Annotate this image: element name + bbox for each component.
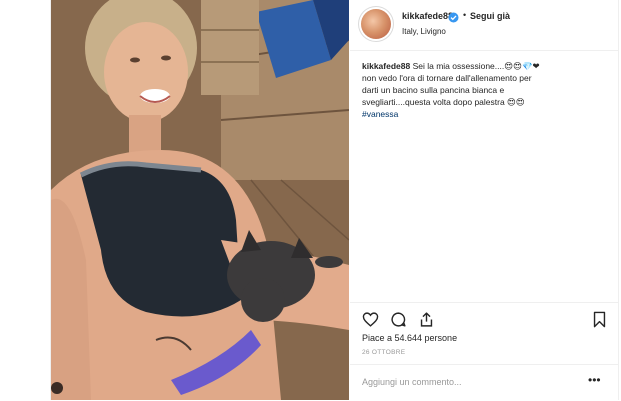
more-options-icon[interactable]: ••• [588,373,601,387]
comment-icon[interactable] [390,311,407,328]
action-bar [350,302,618,333]
instagram-post: kikkafede88 • Segui già Italy, Livigno k… [50,0,619,400]
follow-button[interactable]: Segui già [470,11,510,21]
post-header: kikkafede88 • Segui già Italy, Livigno [350,0,618,51]
caption-username[interactable]: kikkafede88 [362,61,410,71]
bookmark-icon[interactable] [591,311,608,328]
username-link[interactable]: kikkafede88 [402,11,453,21]
post-photo[interactable] [51,0,349,400]
heart-icon[interactable] [362,311,379,328]
post-photo-illustration [51,0,349,400]
likes-count[interactable]: Piace a 54.644 persone [362,333,457,343]
avatar[interactable] [361,9,391,39]
post-sidebar: kikkafede88 • Segui già Italy, Livigno k… [350,0,618,400]
comment-input[interactable] [362,375,572,389]
comment-bar: ••• [350,364,618,401]
separator-dot: • [463,10,467,20]
caption-line-3: darti un bacino sulla pancina bianca e [362,85,505,95]
post-caption: kikkafede88 Sei la mia ossessione....😍😍💎… [362,60,602,120]
share-icon[interactable] [418,311,435,328]
caption-line-4: svegliarti....questa volta dopo palestra… [362,97,525,107]
post-date[interactable]: 26 OTTOBRE [362,349,405,356]
caption-line-2: non vedo l'ora di tornare dall'allenamen… [362,73,532,83]
verified-badge-icon [448,10,459,23]
location-link[interactable]: Italy, Livigno [402,27,446,36]
hashtag-link[interactable]: #vanessa [362,109,398,119]
caption-line-1: Sei la mia ossessione....😍😍💎❤ [412,61,540,71]
